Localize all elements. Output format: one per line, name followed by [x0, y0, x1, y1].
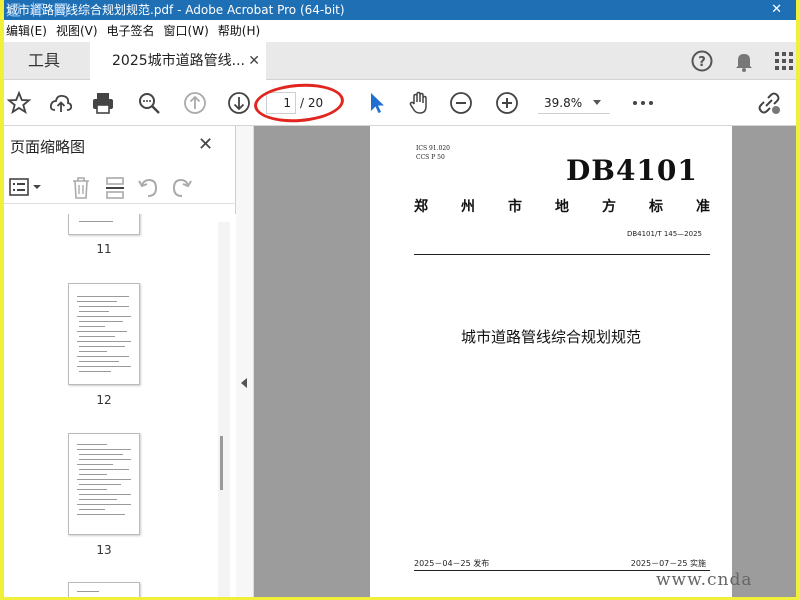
thumbnail-label-11: 11	[96, 242, 112, 256]
menu-bar: 编辑(E) 视图(V) 电子签名 窗口(W) 帮助(H)	[4, 20, 796, 42]
panel-title: 页面缩略图	[10, 138, 86, 156]
window-close-icon[interactable]: ✕	[771, 0, 782, 20]
menu-e-sign[interactable]: 电子签名	[105, 20, 162, 42]
ics-line: ICS 91.020	[416, 145, 450, 152]
share-link-icon[interactable]	[756, 90, 782, 116]
zoom-in-icon[interactable]	[494, 90, 520, 116]
more-options-icon[interactable]	[630, 90, 656, 116]
db-code: DB4101	[566, 154, 698, 187]
ccs-line: CCS P 50	[416, 154, 445, 161]
std-title-char: 郑	[414, 199, 428, 215]
title-bar: 城市道路管线综合规划规范.pdf - Adobe Acrobat Pro (64…	[4, 0, 796, 20]
previous-page-icon[interactable]	[182, 90, 208, 116]
zoom-dropdown-arrow-icon[interactable]	[593, 100, 601, 105]
tabs-bar: 工具 2025城市道路管线... ✕ ?	[4, 42, 796, 80]
help-icon[interactable]: ?	[690, 49, 714, 73]
menu-edit[interactable]: 编辑(E)	[4, 20, 54, 42]
tab-document-label: 2025城市道路管线...	[112, 53, 245, 69]
thumbnails-scrollbar[interactable]	[218, 222, 230, 597]
page-thumbnail-13[interactable]	[68, 433, 140, 535]
hand-tool-icon[interactable]	[406, 90, 432, 116]
document-name: 城市道路管线综合规划规范	[460, 328, 641, 346]
thumbnail-label-12: 12	[96, 393, 112, 407]
rotate-ccw-icon[interactable]	[136, 176, 160, 200]
std-title-char: 准	[696, 199, 710, 215]
standard-number: DB4101/T 145—2025	[626, 230, 702, 238]
zoom-search-icon[interactable]	[136, 90, 162, 116]
page-thumbnail-14[interactable]	[68, 582, 140, 597]
thumbnail-label-13: 13	[96, 543, 112, 557]
panel-close-icon[interactable]: ✕	[198, 134, 213, 155]
apps-grid-icon[interactable]	[772, 49, 796, 73]
svg-text:?: ?	[698, 55, 706, 70]
notification-bell-icon[interactable]	[732, 49, 756, 73]
header-divider	[414, 254, 710, 255]
std-title-char: 地	[555, 199, 569, 215]
toolbar: 1 / 20 39.8%	[4, 80, 796, 126]
page-thumbnails-panel: 页面缩略图 ✕ 11 12 13	[4, 126, 236, 597]
page-thumbnail-11[interactable]	[68, 214, 140, 235]
document-view[interactable]: ICS 91.020 CCS P 50 DB4101 郑 州 市 地 方 标 准…	[254, 126, 796, 597]
tab-tools[interactable]: 工具	[4, 42, 84, 80]
footer-watermark: www.cnda	[656, 570, 753, 590]
std-title-char: 市	[508, 199, 522, 215]
insert-page-icon[interactable]	[104, 176, 126, 200]
std-title-char: 标	[649, 199, 663, 215]
acrobat-window: 城市道路管线综合规划规范.pdf - Adobe Acrobat Pro (64…	[4, 0, 796, 597]
standard-title: 郑 州 市 地 方 标 准	[414, 196, 710, 216]
print-icon[interactable]	[90, 90, 116, 116]
menu-window[interactable]: 窗口(W)	[162, 20, 216, 42]
select-cursor-icon[interactable]	[364, 90, 390, 116]
std-title-char: 方	[602, 199, 616, 215]
cloud-upload-icon[interactable]	[48, 90, 74, 116]
std-title-char: 州	[461, 199, 475, 215]
publish-date: 2025－04－25 发布	[414, 559, 490, 568]
zoom-out-icon[interactable]	[448, 90, 474, 116]
thumbnails-list: 11 12 13	[4, 214, 236, 597]
tab-close-icon[interactable]: ✕	[248, 42, 260, 80]
bookmark-star-icon[interactable]	[6, 90, 32, 116]
delete-page-icon[interactable]	[70, 176, 92, 200]
panel-toolbar	[4, 170, 236, 204]
page-thumbnail-12[interactable]	[68, 283, 140, 385]
panel-collapse-handle[interactable]	[236, 126, 254, 597]
red-annotation-ellipse	[252, 80, 346, 126]
ics-code: ICS 91.020 CCS P 50	[416, 144, 450, 162]
tab-document[interactable]: 2025城市道路管线... ✕	[90, 42, 266, 80]
thumbnail-options-icon[interactable]	[8, 176, 44, 198]
implement-date: 2025－07－25 实施	[630, 559, 706, 568]
rotate-cw-icon[interactable]	[170, 176, 194, 200]
menu-help[interactable]: 帮助(H)	[216, 20, 267, 42]
menu-view[interactable]: 视图(V)	[54, 20, 105, 42]
watermark-logo: 迈 杯 网	[6, 1, 71, 19]
document-page: ICS 91.020 CCS P 50 DB4101 郑 州 市 地 方 标 准…	[370, 126, 732, 597]
scrollbar-thumb[interactable]	[220, 436, 223, 490]
collapse-arrow-icon[interactable]	[241, 378, 247, 388]
next-page-icon[interactable]	[226, 90, 252, 116]
